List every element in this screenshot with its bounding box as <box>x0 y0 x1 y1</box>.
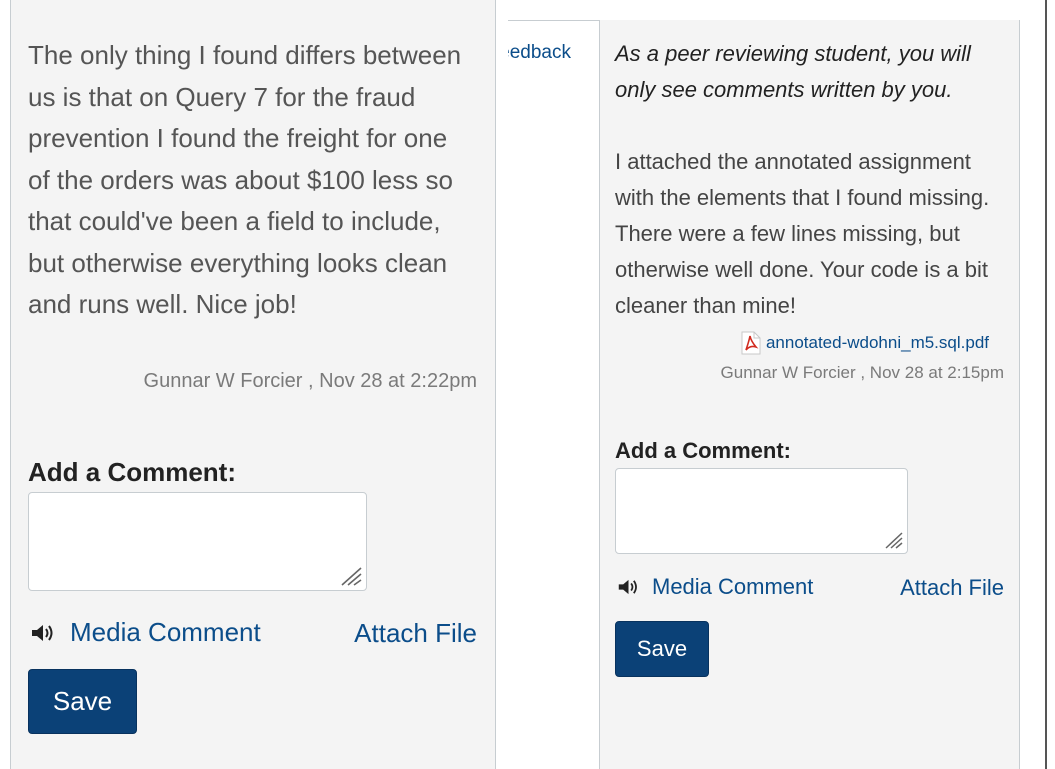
comment-textarea[interactable] <box>615 468 908 554</box>
comment-author-date: Gunnar W Forcier , Nov 28 at 2:15pm <box>720 363 1004 382</box>
resize-grip-icon[interactable] <box>882 531 904 550</box>
speaker-icon <box>618 579 637 595</box>
attach-file-link[interactable]: Attach File <box>900 575 1004 601</box>
media-comment-link[interactable]: Media Comment <box>617 574 813 600</box>
window-edge <box>1045 0 1047 769</box>
media-comment-label[interactable]: Media Comment <box>70 617 261 648</box>
resize-grip-icon[interactable] <box>337 565 363 587</box>
feedback-link-label[interactable]: Feedback <box>508 42 571 64</box>
peer-review-note: As a peer reviewing student, you will on… <box>615 41 971 102</box>
right-comment-panel: As a peer reviewing student, you will on… <box>599 20 1020 769</box>
attach-file-link[interactable]: Attach File <box>354 618 477 649</box>
save-button[interactable]: Save <box>28 669 137 734</box>
media-comment-label[interactable]: Media Comment <box>652 574 813 600</box>
add-comment-label: Add a Comment: <box>615 438 791 463</box>
media-comment-link[interactable]: Media Comment <box>30 617 261 648</box>
peer-review-view: The only thing I found differs between u… <box>0 0 1055 769</box>
left-comment-panel: The only thing I found differs between u… <box>10 0 496 769</box>
comment-text: The only thing I found differs between u… <box>28 40 462 319</box>
save-button[interactable]: Save <box>615 621 709 677</box>
attachment-name[interactable]: annotated-wdohni_m5.sql.pdf <box>766 333 989 353</box>
add-comment-label: Add a Comment: <box>28 457 236 487</box>
attachment-link[interactable]: annotated-wdohni_m5.sql.pdf <box>740 331 989 355</box>
comment-textarea[interactable] <box>28 492 367 591</box>
middle-strip <box>508 0 599 769</box>
pdf-icon <box>741 331 761 355</box>
feedback-link[interactable]: Feedback <box>508 42 599 68</box>
comment-text: I attached the annotated assignment with… <box>615 149 990 318</box>
comment-author-date: Gunnar W Forcier , Nov 28 at 2:22pm <box>143 370 477 392</box>
speaker-icon <box>32 624 53 641</box>
